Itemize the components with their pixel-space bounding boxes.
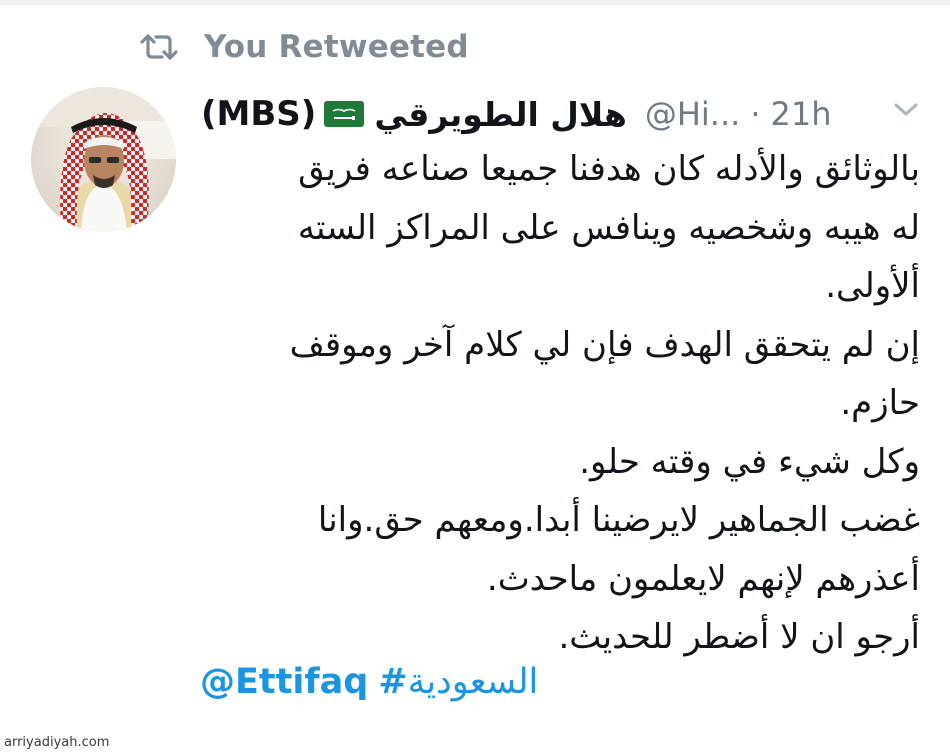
tweet-text: بالوثائق والأدله كان هدفنا جميعا صناعه ف… [200,140,920,667]
mention-link[interactable]: @Ettifaq [200,662,368,702]
tweet-entities: @Ettifaq #السعودية [200,652,538,712]
tweet-line: له هيبه وشخصيه وينافس على المراكز السته [297,207,920,248]
timestamp[interactable]: 21h [770,95,831,133]
divider [0,0,950,5]
user-handle[interactable]: @Hi... [645,95,740,133]
tweet-line: غضب الجماهير لايرضينا أبدا.ومعهم حق.وانا [317,500,920,540]
retweet-label: You Retweeted [204,29,469,65]
hashtag-link[interactable]: #السعودية [378,662,538,702]
hashtag-symbol: # [378,662,408,702]
watermark: arriyadiyah.com [4,735,110,750]
hashtag-text: السعودية [407,662,539,702]
retweet-indicator: You Retweeted [140,26,469,68]
chevron-down-icon[interactable] [891,100,921,124]
tweet-line: إن لم يتحقق الهدف فإن لي كلام آخر وموقف [289,324,920,365]
separator: · [750,95,761,133]
display-name-arabic[interactable]: هلال الطويرقي [374,95,627,134]
tweet-line: أعذرهم لإنهم لايعلمون ماحدث. [486,558,920,599]
display-name-latin[interactable]: (MBS) [201,94,316,134]
tweet-line: بالوثائق والأدله كان هدفنا جميعا صناعه ف… [298,149,920,189]
tweet-line: حازم. [840,383,920,423]
tweet-line: وكل شيء في وقته حلو. [579,441,920,482]
tweet-line: ألأولى. [825,266,920,306]
tweet-card: You Retweeted (MBS) هلال الطويرقي @Hi...… [0,0,950,755]
retweet-icon [140,32,178,62]
saudi-flag-icon [324,101,365,127]
tweet-header: (MBS) هلال الطويرقي @Hi... · 21h [201,88,921,140]
avatar[interactable] [31,87,176,232]
